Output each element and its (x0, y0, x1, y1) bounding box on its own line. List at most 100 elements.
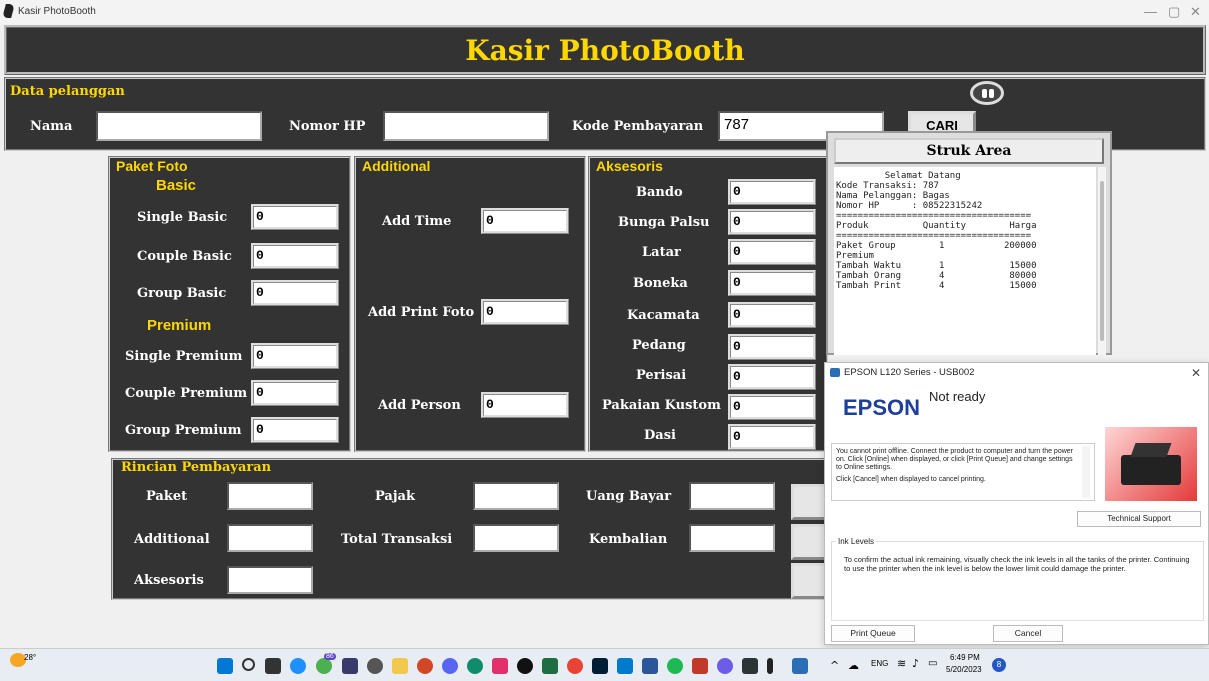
data-pelanggan-legend: Data pelanggan (8, 84, 127, 99)
struk-line: Tambah Orang 4 80000 (836, 271, 1037, 281)
instagram-icon[interactable] (492, 658, 508, 674)
spotify-icon[interactable] (667, 658, 683, 674)
additional-output[interactable] (227, 524, 313, 552)
basic-heading: Basic (156, 177, 197, 194)
powerpoint-icon[interactable] (417, 658, 433, 674)
feather-app-icon[interactable] (767, 658, 773, 674)
pajak-output[interactable] (473, 482, 559, 510)
epson-status-dialog: EPSON L120 Series - USB002 ✕ EPSON Not r… (824, 362, 1209, 645)
pedang-input[interactable]: 0 (728, 334, 816, 360)
single-premium-input[interactable]: 0 (251, 343, 339, 369)
search-icon[interactable] (242, 658, 255, 671)
pakaian-kustom-input[interactable]: 0 (728, 394, 816, 420)
close-icon[interactable]: ✕ (1190, 4, 1201, 20)
chat-icon[interactable] (290, 658, 306, 674)
aksesoris-label: Aksesoris (134, 573, 204, 588)
premium-heading: Premium (147, 317, 212, 334)
struk-text[interactable]: Selamat Datang Kode Transaksi: 787 Nama Pe… (834, 167, 1096, 355)
bando-input[interactable]: 0 (728, 179, 816, 205)
app-icon-mail[interactable] (342, 658, 358, 674)
kembalian-output[interactable] (689, 524, 775, 552)
kode-pembayaran-label: Kode Pembayaran (572, 119, 704, 134)
edge-icon[interactable] (467, 658, 483, 674)
chevron-up-icon[interactable]: ^ (830, 659, 839, 672)
aksesoris-output[interactable] (227, 566, 313, 594)
aksesoris-legend: Aksesoris (594, 158, 665, 174)
add-time-input[interactable]: 0 (481, 208, 569, 234)
pajak-label: Pajak (375, 489, 415, 504)
message-scrollbar[interactable] (1082, 446, 1090, 498)
struk-line: Selamat Datang (836, 171, 961, 181)
volume-icon[interactable]: ♪ (912, 657, 919, 670)
nama-input[interactable] (96, 111, 262, 141)
epson-close-icon[interactable]: ✕ (1191, 366, 1201, 380)
dasi-input[interactable]: 0 (728, 424, 816, 450)
vscode-icon[interactable] (617, 658, 633, 674)
uang-bayar-input[interactable] (689, 482, 775, 510)
restore-icon[interactable]: ▢ (1168, 4, 1180, 20)
epson-message-1: You cannot print offline. Connect the pr… (836, 448, 1073, 471)
notification-badge[interactable]: 8 (992, 658, 1006, 672)
single-basic-input[interactable]: 0 (251, 204, 339, 230)
file-explorer-icon[interactable] (392, 658, 408, 674)
window-titlebar: Kasir PhotoBooth — ▢ ✕ (0, 0, 1209, 24)
excel-icon[interactable] (542, 658, 558, 674)
clock-date[interactable]: 5/20/2023 (946, 665, 982, 674)
wifi-icon[interactable]: ≋ (897, 657, 906, 670)
minimize-icon[interactable]: — (1144, 4, 1157, 19)
total-transaksi-output[interactable] (473, 524, 559, 552)
terminal-icon[interactable] (742, 658, 758, 674)
perisai-input[interactable]: 0 (728, 364, 816, 390)
app-icon-steam[interactable] (367, 658, 383, 674)
task-view-icon[interactable] (265, 658, 281, 674)
start-icon[interactable] (217, 658, 233, 674)
cloud-icon[interactable]: ☁ (848, 659, 859, 672)
cancel-button[interactable]: Cancel (993, 625, 1063, 642)
word-icon[interactable] (642, 658, 658, 674)
battery-icon[interactable]: ▭ (928, 658, 937, 669)
group-premium-input[interactable]: 0 (251, 417, 339, 443)
nomor-hp-input[interactable] (383, 111, 549, 141)
epson-title: EPSON L120 Series - USB002 (844, 367, 975, 378)
print-queue-button[interactable]: Print Queue (831, 625, 915, 642)
paket-output[interactable] (227, 482, 313, 510)
language-indicator[interactable]: ENG (871, 659, 888, 668)
photoshop-icon[interactable] (592, 658, 608, 674)
boneka-label: Boneka (633, 276, 688, 291)
group-basic-input[interactable]: 0 (251, 280, 339, 306)
struk-header: Struk Area (834, 138, 1104, 164)
add-print-foto-input[interactable]: 0 (481, 299, 569, 325)
struk-line: Produk Quantity Harga (836, 221, 1037, 231)
clock-time[interactable]: 6:49 PM (950, 653, 980, 662)
epson-status-text: Not ready (929, 389, 986, 404)
app-icon-red[interactable] (692, 658, 708, 674)
couple-premium-input[interactable]: 0 (251, 380, 339, 406)
chrome-icon[interactable] (567, 658, 583, 674)
technical-support-button[interactable]: Technical Support (1077, 511, 1201, 527)
weather-temp: 28° (24, 653, 37, 662)
app-icon-green[interactable] (316, 658, 332, 674)
app-icon-purple[interactable] (717, 658, 733, 674)
struk-line: Tambah Print 4 15000 (836, 281, 1037, 291)
add-person-input[interactable]: 0 (481, 392, 569, 418)
struk-scrollbar[interactable] (1098, 167, 1106, 355)
perisai-label: Perisai (636, 368, 687, 383)
group-basic-label: Group Basic (137, 286, 227, 301)
kacamata-input[interactable]: 0 (728, 302, 816, 328)
bunga-palsu-input[interactable]: 0 (728, 209, 816, 235)
owl-logo-icon (970, 81, 1004, 105)
struk-line: Tambah Waktu 1 15000 (836, 261, 1037, 271)
ink-levels-label: Ink Levels (836, 537, 877, 546)
struk-line: Premium (836, 251, 874, 261)
printer-image (1105, 427, 1197, 501)
discord-icon[interactable] (442, 658, 458, 674)
additional-label: Additional (134, 532, 210, 547)
boneka-input[interactable]: 0 (728, 270, 816, 296)
tiktok-icon[interactable] (517, 658, 533, 674)
couple-premium-label: Couple Premium (125, 386, 248, 401)
latar-input[interactable]: 0 (728, 239, 816, 265)
epson-app-icon[interactable] (792, 658, 808, 674)
couple-basic-input[interactable]: 0 (251, 243, 339, 269)
bando-label: Bando (636, 185, 683, 200)
nomor-hp-label: Nomor HP (289, 119, 366, 134)
